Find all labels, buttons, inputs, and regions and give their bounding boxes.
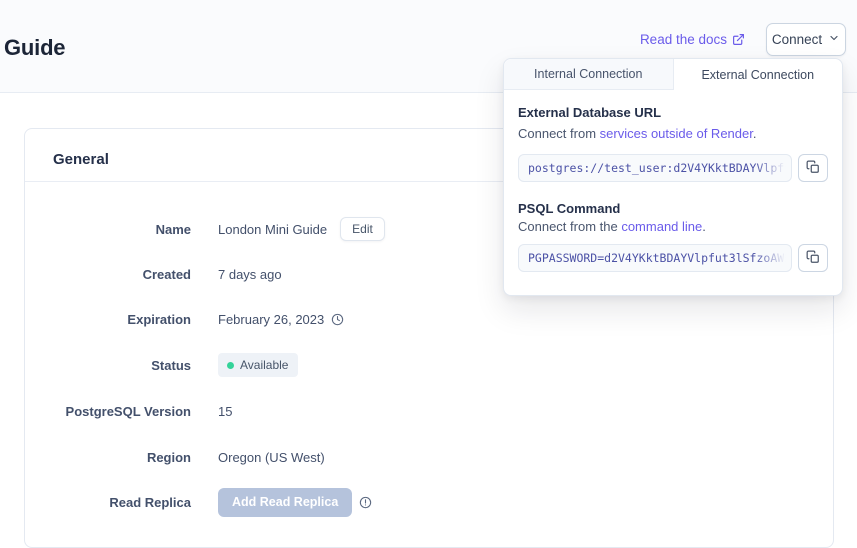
copy-icon <box>806 250 820 267</box>
postgres-version-label: PostgreSQL Version <box>25 404 191 419</box>
postgres-version-value: 15 <box>218 404 232 419</box>
status-badge: Available <box>218 353 298 377</box>
tab-external-connection[interactable]: External Connection <box>674 59 843 90</box>
read-replica-info-icon[interactable] <box>359 496 372 509</box>
psql-command-desc-period: . <box>702 219 706 234</box>
services-outside-render-link[interactable]: services outside of Render <box>600 126 753 141</box>
read-replica-label: Read Replica <box>25 495 191 510</box>
external-connection-content: External Database URL Connect from servi… <box>504 105 842 272</box>
psql-command-desc-text: Connect from the <box>518 219 621 234</box>
status-dot-icon <box>227 362 234 369</box>
external-db-url-field[interactable]: postgres://test_user:d2V4YKktBDAYVlpfut3… <box>518 154 792 182</box>
external-link-icon <box>732 33 745 46</box>
region-row: Region Oregon (US West) <box>25 444 833 470</box>
command-line-link[interactable]: command line <box>621 219 702 234</box>
connect-dropdown-panel: Internal Connection External Connection … <box>503 58 843 296</box>
expiration-clock-icon[interactable] <box>331 313 344 326</box>
psql-command-title: PSQL Command <box>518 201 828 216</box>
status-row: Status Available <box>25 352 833 378</box>
psql-command-field[interactable]: PGPASSWORD=d2V4YKktBDAYVlpfut3lSfzoAWhwb… <box>518 244 792 272</box>
created-value: 7 days ago <box>218 267 282 282</box>
read-replica-row: Read Replica Add Read Replica <box>25 489 833 515</box>
postgres-version-row: PostgreSQL Version 15 <box>25 398 833 424</box>
external-db-url-desc-text: Connect from <box>518 126 600 141</box>
tab-internal-connection[interactable]: Internal Connection <box>504 59 674 90</box>
name-value: London Mini Guide <box>218 222 327 237</box>
expiration-label: Expiration <box>25 312 191 327</box>
connect-button[interactable]: Connect <box>766 23 846 56</box>
external-db-url-title: External Database URL <box>518 105 828 120</box>
connection-tabs: Internal Connection External Connection <box>504 59 842 90</box>
edit-name-button[interactable]: Edit <box>340 217 385 241</box>
psql-command-description: Connect from the command line. <box>518 219 828 234</box>
copy-psql-command-button[interactable] <box>798 244 828 272</box>
expiration-value: February 26, 2023 <box>218 312 324 327</box>
add-read-replica-button[interactable]: Add Read Replica <box>218 488 352 517</box>
region-label: Region <box>25 450 191 465</box>
read-the-docs-link[interactable]: Read the docs <box>640 32 745 47</box>
copy-icon <box>806 160 820 177</box>
name-label: Name <box>25 222 191 237</box>
expiration-row: Expiration February 26, 2023 <box>25 306 833 332</box>
status-badge-text: Available <box>240 358 288 372</box>
psql-command-value: PGPASSWORD=d2V4YKktBDAYVlpfut3lSfzoAWhwb… <box>528 251 792 265</box>
created-label: Created <box>25 267 191 282</box>
region-value: Oregon (US West) <box>218 450 325 465</box>
copy-external-db-url-button[interactable] <box>798 154 828 182</box>
external-db-url-value: postgres://test_user:d2V4YKktBDAYVlpfut3… <box>528 161 792 175</box>
connect-button-label: Connect <box>772 32 822 47</box>
status-label: Status <box>25 358 191 373</box>
external-db-url-desc-period: . <box>753 126 757 141</box>
chevron-down-icon <box>828 32 840 47</box>
page-title: Guide <box>4 35 65 61</box>
read-the-docs-label: Read the docs <box>640 32 727 47</box>
external-db-url-description: Connect from services outside of Render. <box>518 126 828 141</box>
